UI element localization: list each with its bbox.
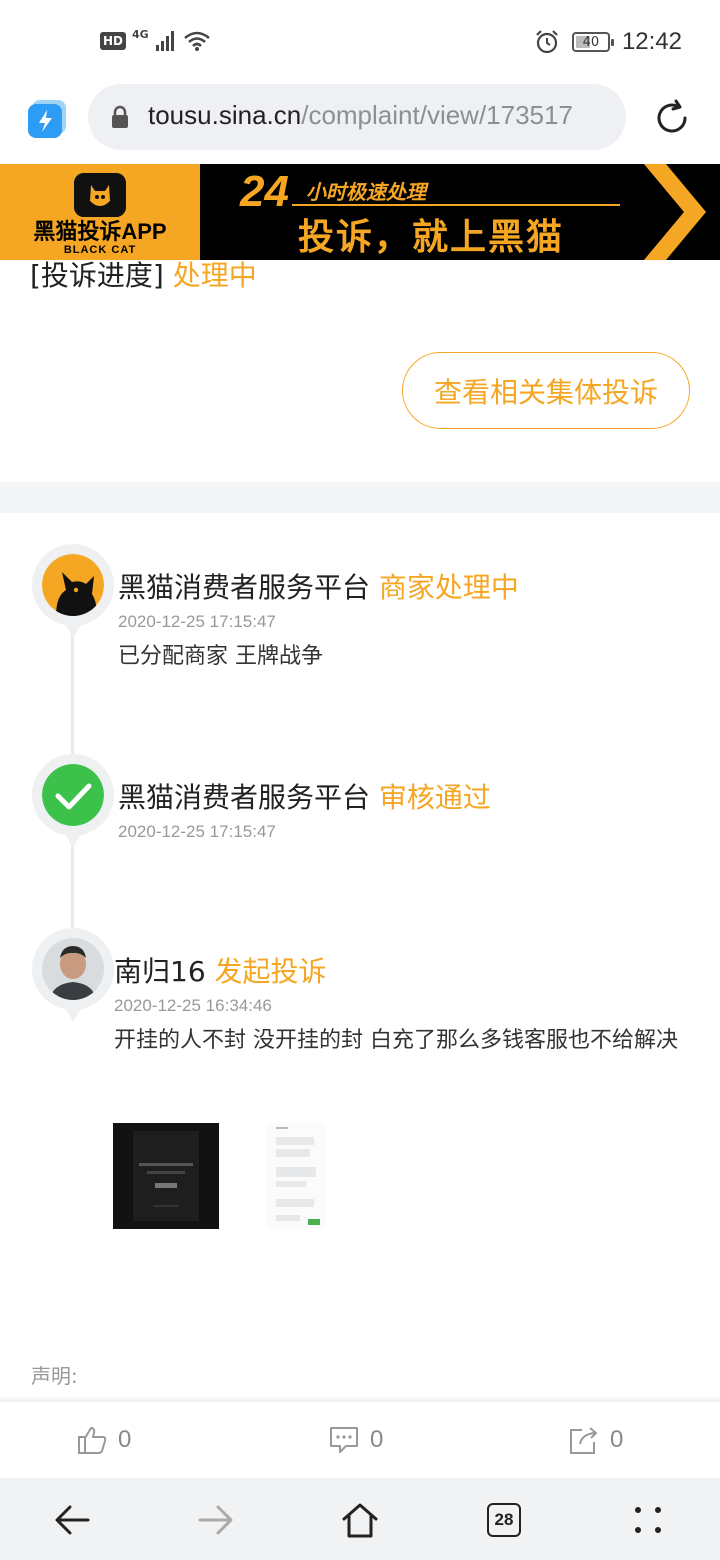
home-icon [342, 1503, 378, 1538]
network-type: 4G [132, 28, 149, 41]
bottom-navigation: 28 [0, 1478, 720, 1560]
timeline-actor: 南归16 [114, 955, 206, 988]
timeline-status: 发起投诉 [214, 955, 327, 988]
battery-icon: 40 [571, 32, 614, 52]
url-text[interactable]: tousu.sina.cn/complaint/view/173517 [148, 100, 573, 131]
more-dots-icon [635, 1507, 661, 1533]
timeline-actor: 黑猫消费者服务平台 [118, 571, 371, 604]
comment-count: 0 [370, 1426, 384, 1453]
wifi-icon [183, 31, 210, 51]
timeline-actor: 黑猫消费者服务平台 [118, 781, 371, 814]
share-button[interactable]: 0 [568, 1422, 623, 1458]
chevron-right-icon [644, 164, 706, 260]
timeline-time: 2020-12-25 17:15:47 [118, 822, 276, 841]
tab-count: 28 [487, 1503, 521, 1537]
status-right: 40 12:42 [534, 26, 682, 58]
timeline-avatar-user [32, 928, 114, 1022]
timeline-avatar-platform [32, 544, 114, 638]
timeline-text: 开挂的人不封 没开挂的封 白充了那么多钱客服也不给解决 [114, 1028, 678, 1053]
timeline-avatar-approved [32, 754, 114, 848]
forward-button[interactable] [194, 1498, 238, 1542]
banner-app-name: 黑猫投诉APP [33, 219, 167, 244]
black-cat-logo-icon [74, 173, 126, 217]
signal-icon [155, 31, 174, 51]
banner-tagline-small: 小时极速处理 [306, 180, 426, 204]
timeline-time: 2020-12-25 17:15:47 [118, 612, 276, 631]
thumbs-up-icon [78, 1427, 107, 1454]
like-count: 0 [118, 1426, 132, 1453]
url-path: /complaint/view/173517 [301, 100, 573, 130]
share-icon [570, 1427, 597, 1454]
browser-toolbar: tousu.sina.cn/complaint/view/173517 [0, 84, 720, 164]
menu-button[interactable] [626, 1498, 670, 1542]
progress-status: 处理中 [172, 259, 257, 292]
app-icon[interactable] [26, 98, 68, 140]
banner-divider [292, 204, 620, 206]
timeline-time: 2020-12-25 16:34:46 [114, 996, 272, 1015]
alarm-icon [536, 30, 558, 54]
ad-banner[interactable]: 黑猫投诉APP BLACK CAT 24 小时极速处理 投诉，就上黑猫 [0, 164, 720, 260]
black-cat-avatar-icon [42, 554, 104, 616]
comment-icon [330, 1427, 358, 1453]
attachment-image-2[interactable] [266, 1123, 326, 1229]
arrow-right-icon [198, 1505, 233, 1535]
check-icon [42, 764, 104, 826]
complaint-progress: [投诉进度] 处理中 [30, 254, 257, 294]
action-bar: 0 0 0 [0, 1402, 720, 1478]
timeline-title: 黑猫消费者服务平台 商家处理中 [118, 566, 519, 606]
section-divider [0, 482, 720, 513]
clock: 12:42 [621, 28, 682, 55]
progress-label: [投诉进度] [30, 259, 164, 292]
disclaimer-label: 声明: [31, 1364, 78, 1388]
url-domain: tousu.sina.cn [148, 100, 302, 130]
status-left: HD 4G [100, 26, 211, 56]
status-bar: HD 4G 40 12:42 [0, 0, 720, 84]
url-bar[interactable]: tousu.sina.cn/complaint/view/173517 [88, 84, 626, 150]
view-group-complaints-button[interactable]: 查看相关集体投诉 [402, 352, 690, 429]
like-button[interactable]: 0 [76, 1422, 131, 1458]
lock-icon [112, 105, 128, 128]
reload-icon[interactable] [652, 98, 692, 138]
comment-button[interactable]: 0 [328, 1422, 383, 1458]
timeline-text: 已分配商家 王牌战争 [118, 644, 323, 669]
user-avatar-icon [42, 938, 104, 1000]
attachment-image-1[interactable] [113, 1123, 219, 1229]
timeline-title: 南归16 发起投诉 [114, 950, 327, 990]
timeline-status: 审核通过 [378, 781, 491, 814]
tabs-button[interactable]: 28 [482, 1498, 526, 1542]
battery-level: 40 [582, 34, 600, 50]
timeline-title: 黑猫消费者服务平台 审核通过 [118, 776, 491, 816]
banner-tagline-main: 投诉，就上黑猫 [298, 217, 565, 258]
hd-badge: HD [100, 32, 127, 50]
share-count: 0 [610, 1426, 624, 1453]
arrow-left-icon [55, 1505, 90, 1535]
timeline-status: 商家处理中 [378, 571, 519, 604]
banner-brand: 黑猫投诉APP BLACK CAT [0, 164, 200, 260]
back-button[interactable] [50, 1498, 94, 1542]
home-button[interactable] [338, 1498, 382, 1542]
banner-hours: 24 [240, 167, 289, 216]
